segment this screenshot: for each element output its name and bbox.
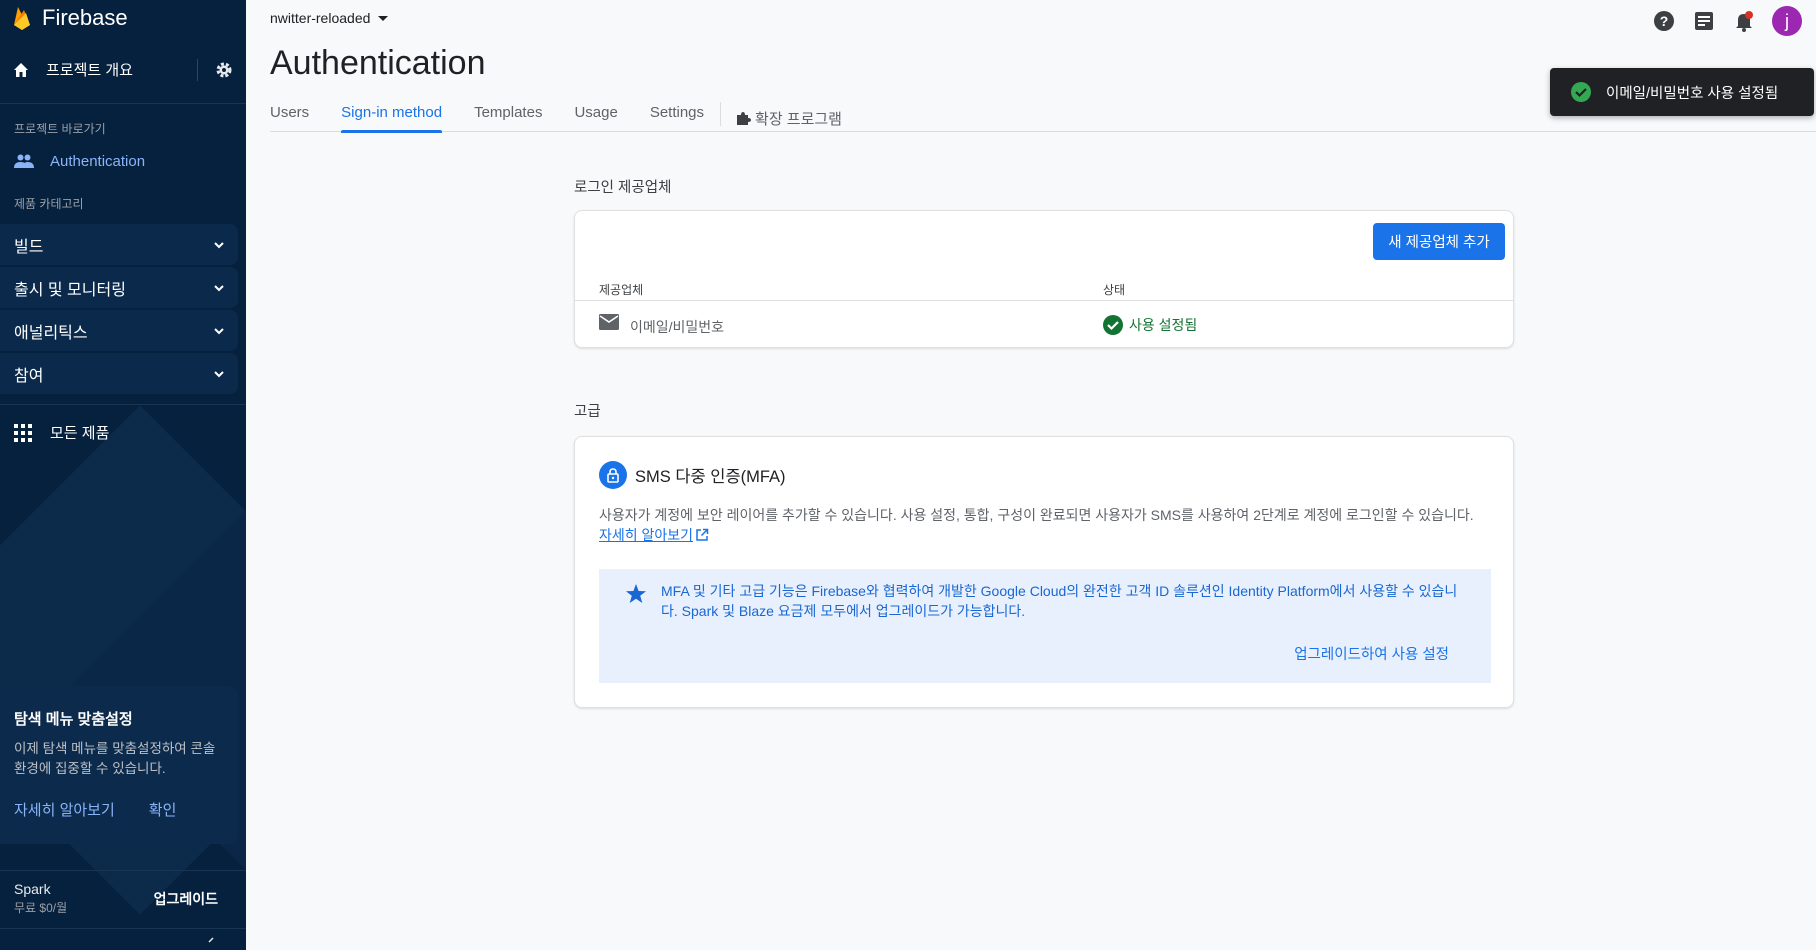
all-products[interactable]: 모든 제품: [0, 404, 246, 460]
sidebar-group-analytics[interactable]: 애널리틱스: [0, 310, 238, 351]
firebase-flame-icon: [14, 7, 30, 30]
mfa-card: SMS 다중 인증(MFA) 사용자가 계정에 보안 레이어를 추가할 수 있습…: [574, 436, 1514, 708]
puzzle-icon: [737, 112, 752, 125]
grid-icon: [14, 423, 32, 442]
tab-templates[interactable]: Templates: [474, 96, 542, 132]
avatar[interactable]: j: [1772, 6, 1802, 36]
provider-name: 이메일/비밀번호: [630, 319, 725, 335]
chevron-down-icon: [214, 327, 224, 334]
check-circle-icon: [1571, 82, 1591, 102]
caret-down-icon: [378, 15, 389, 21]
toast-message: 이메일/비밀번호 사용 설정됨: [1606, 85, 1779, 102]
table-row[interactable]: 이메일/비밀번호 사용 설정됨: [575, 301, 1513, 349]
sidebar-group-engage[interactable]: 참여: [0, 353, 238, 394]
tab-users[interactable]: Users: [270, 96, 309, 132]
project-overview[interactable]: 프로젝트 개요: [0, 36, 246, 104]
column-header-status: 상태: [1103, 283, 1126, 297]
providers-card: 새 제공업체 추가 제공업체 상태 이메일/비밀번호 사용 설정됨: [574, 210, 1514, 348]
providers-table-header: 제공업체 상태: [575, 273, 1513, 301]
shortcuts-caption: 프로젝트 바로가기: [14, 122, 106, 136]
mail-icon: [599, 314, 619, 330]
upgrade-banner: MFA 및 기타 고급 기능은 Firebase와 협력하여 개발한 Googl…: [599, 569, 1491, 683]
status-text: 사용 설정됨: [1129, 317, 1198, 333]
promo-title: 탐색 메뉴 맞춤설정: [14, 711, 133, 728]
status-badge: 사용 설정됨: [1103, 315, 1197, 335]
sidebar-item-label: Authentication: [50, 152, 146, 170]
plan-footer: Spark 무료 $0/월 업그레이드: [0, 870, 246, 926]
sidebar-group-label: 애널리틱스: [14, 324, 88, 342]
help-icon[interactable]: ?: [1652, 9, 1676, 33]
column-header-provider: 제공업체: [599, 283, 644, 297]
chevron-down-icon: [214, 241, 224, 248]
tab-usage[interactable]: Usage: [574, 96, 617, 132]
release-notes-icon[interactable]: [1692, 9, 1716, 33]
gear-icon[interactable]: [214, 60, 234, 80]
providers-section-label: 로그인 제공업체: [574, 180, 672, 196]
mfa-description-text: 사용자가 계정에 보안 레이어를 추가할 수 있습니다. 사용 설정, 통합, …: [599, 507, 1474, 523]
tab-sign-in-method[interactable]: Sign-in method: [341, 96, 442, 133]
plan-price: 무료 $0/월: [14, 901, 68, 915]
categories-caption: 제품 카테고리: [14, 197, 84, 211]
mfa-description: 사용자가 계정에 보안 레이어를 추가할 수 있습니다. 사용 설정, 통합, …: [599, 505, 1499, 545]
chevron-down-icon: [214, 284, 224, 291]
tab-divider: [720, 102, 722, 126]
sidebar-group-label: 빌드: [14, 238, 44, 256]
nav-customize-promo: 탐색 메뉴 맞춤설정 이제 탐색 메뉴를 맞춤설정하여 콘솔 환경에 집중할 수…: [0, 686, 238, 844]
project-name: nwitter-reloaded: [270, 10, 371, 26]
chevron-left-icon: [208, 937, 214, 943]
brand-name: Firebase: [42, 5, 128, 30]
collapse-sidebar-button[interactable]: [0, 928, 246, 950]
sidebar-group-release-monitor[interactable]: 출시 및 모니터링: [0, 267, 238, 308]
svg-text:?: ?: [1660, 13, 1669, 29]
people-icon: [14, 154, 34, 168]
upgrade-enable-link[interactable]: 업그레이드하여 사용 설정: [1294, 643, 1449, 664]
lock-icon: [599, 461, 627, 489]
advanced-section-label: 고급: [574, 404, 601, 420]
check-circle-icon: [1103, 315, 1123, 335]
banner-text: MFA 및 기타 고급 기능은 Firebase와 협력하여 개발한 Googl…: [661, 583, 1458, 619]
project-overview-label: 프로젝트 개요: [46, 62, 133, 79]
upgrade-button[interactable]: 업그레이드: [154, 889, 218, 909]
firebase-logo[interactable]: Firebase: [0, 0, 246, 36]
promo-confirm-button[interactable]: 확인: [149, 799, 177, 820]
all-products-label: 모든 제품: [50, 425, 110, 442]
success-toast: 이메일/비밀번호 사용 설정됨: [1550, 68, 1814, 116]
mfa-learn-more-label: 자세히 알아보기: [599, 527, 694, 543]
external-link-icon: [696, 528, 709, 541]
sidebar-group-label: 출시 및 모니터링: [14, 281, 126, 299]
sidebar-item-authentication[interactable]: Authentication: [0, 143, 246, 179]
sidebar-group-build[interactable]: 빌드: [0, 224, 238, 265]
promo-body: 이제 탐색 메뉴를 맞춤설정하여 콘솔 환경에 집중할 수 있습니다.: [14, 741, 216, 776]
mfa-title: SMS 다중 인증(MFA): [635, 468, 786, 486]
main-content: nwitter-reloaded ? j Authentication User…: [246, 0, 1816, 950]
tab-extensions[interactable]: 확장 프로그램: [735, 96, 842, 132]
promo-learn-more-link[interactable]: 자세히 알아보기: [14, 799, 115, 820]
plan-name: Spark: [14, 881, 51, 897]
notifications-icon[interactable]: [1732, 9, 1756, 33]
star-icon: [626, 584, 646, 603]
chevron-down-icon: [214, 370, 224, 377]
sidebar: Firebase 프로젝트 개요 프로젝트 바로가기 Authenticatio…: [0, 0, 246, 950]
home-icon: [14, 62, 28, 77]
sidebar-group-label: 참여: [14, 367, 44, 385]
mfa-learn-more-link[interactable]: 자세히 알아보기: [599, 525, 709, 545]
tab-settings[interactable]: Settings: [650, 96, 704, 132]
divider: [197, 58, 198, 81]
tab-extensions-label: 확장 프로그램: [755, 110, 842, 128]
add-provider-button[interactable]: 새 제공업체 추가: [1373, 223, 1505, 260]
project-selector[interactable]: nwitter-reloaded: [270, 10, 389, 26]
page-title: Authentication: [270, 44, 486, 82]
